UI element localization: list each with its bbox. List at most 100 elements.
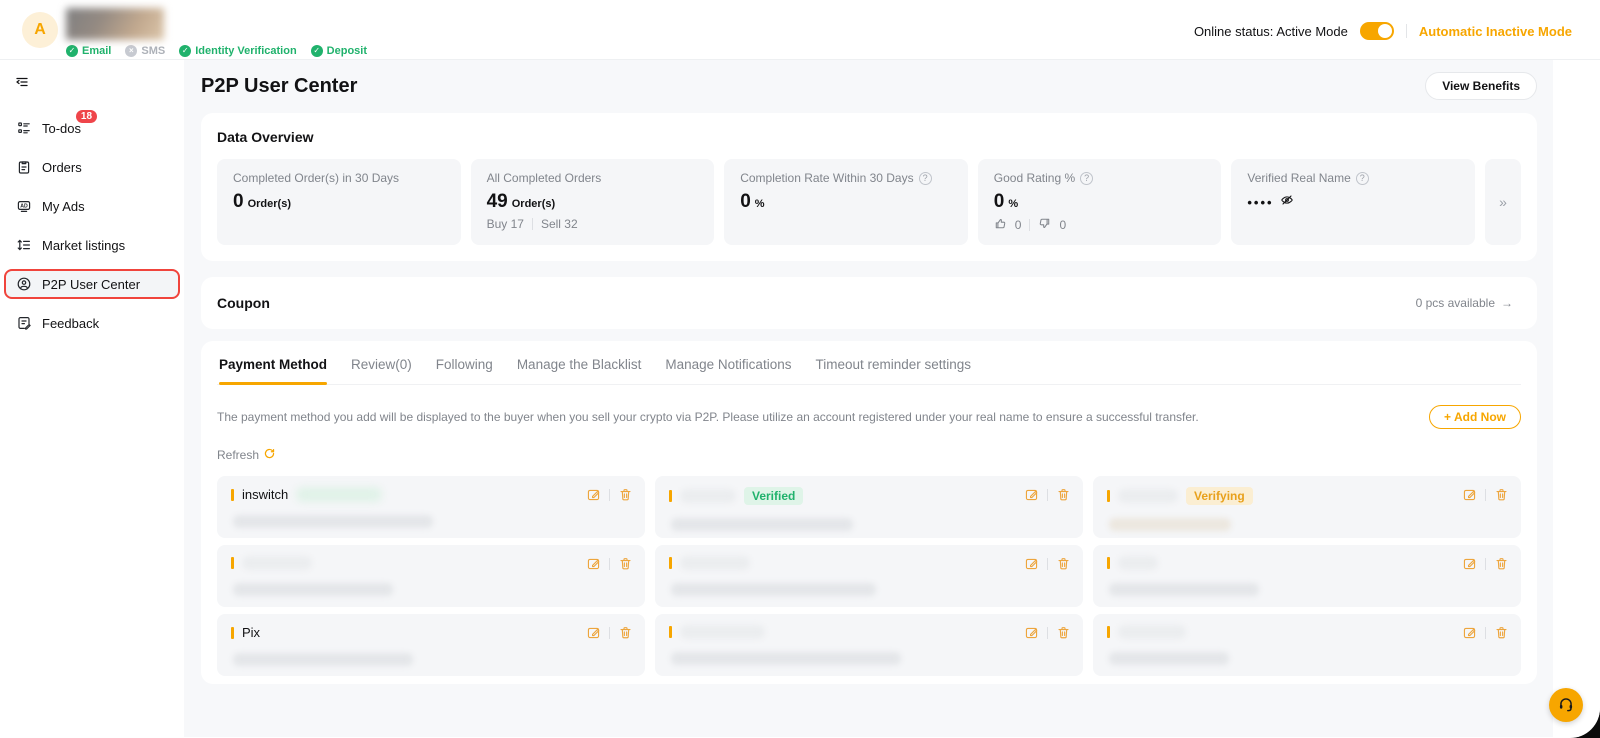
badge-email-label: Email xyxy=(82,45,111,57)
delete-icon[interactable] xyxy=(618,556,633,571)
tab-manage-blacklist[interactable]: Manage the Blacklist xyxy=(517,357,642,384)
sidebar-item-feedback[interactable]: Feedback xyxy=(4,308,180,338)
edit-icon[interactable] xyxy=(1462,487,1477,502)
edit-icon[interactable] xyxy=(1462,556,1477,571)
check-circle-icon: ✓ xyxy=(66,45,78,57)
delete-icon[interactable] xyxy=(618,487,633,502)
avatar[interactable]: A xyxy=(22,12,58,48)
redacted-method-name xyxy=(1118,556,1158,570)
tab-following[interactable]: Following xyxy=(436,357,493,384)
coupon-available-label: 0 pcs available xyxy=(1416,296,1495,310)
sidebar-item-market-listings[interactable]: Market listings xyxy=(4,230,180,260)
redacted-account-line xyxy=(233,583,393,596)
stat-verified-real-name-label: Verified Real Name xyxy=(1247,171,1350,185)
redacted-method-name xyxy=(242,556,312,570)
divider xyxy=(1047,489,1048,501)
masked-real-name: •••• xyxy=(1247,195,1273,210)
edit-icon[interactable] xyxy=(586,556,601,571)
stat-all-completed-label: All Completed Orders xyxy=(487,171,602,185)
stat-completion-rate: Completion Rate Within 30 Days ? 0 % xyxy=(724,159,968,245)
data-overview-panel: Data Overview Completed Order(s) in 30 D… xyxy=(201,113,1537,261)
badge-sms: × SMS xyxy=(125,45,165,57)
method-accent-bar xyxy=(231,489,234,501)
delete-icon[interactable] xyxy=(1494,487,1509,502)
todos-count-badge: 18 xyxy=(76,110,97,123)
stat-all-completed-value: 49 xyxy=(487,191,508,213)
stat-completion-rate-value: 0 xyxy=(740,191,751,213)
payment-method-card xyxy=(1093,545,1521,607)
coupon-available-link[interactable]: 0 pcs available → xyxy=(1416,296,1513,310)
method-accent-bar xyxy=(1107,490,1110,502)
tab-payment-method[interactable]: Payment Method xyxy=(219,357,327,384)
help-icon[interactable]: ? xyxy=(1356,172,1369,185)
support-chat-button[interactable] xyxy=(1549,688,1583,722)
method-accent-bar xyxy=(669,557,672,569)
method-accent-bar xyxy=(1107,626,1110,638)
sidebar-item-orders[interactable]: Orders xyxy=(4,152,180,182)
stat-completion-rate-unit: % xyxy=(755,198,765,210)
thumbs-down-count: 0 xyxy=(1059,218,1066,232)
content-area: P2P User Center View Benefits Data Overv… xyxy=(184,60,1553,737)
stat-buy-count: Buy 17 xyxy=(487,217,524,231)
tab-timeout-reminder[interactable]: Timeout reminder settings xyxy=(815,357,971,384)
thumbs-up-count: 0 xyxy=(1015,218,1022,232)
delete-icon[interactable] xyxy=(1056,487,1071,502)
redacted-account-line xyxy=(1109,652,1229,665)
stat-good-rating: Good Rating % ? 0 % 0 0 xyxy=(978,159,1222,245)
stat-sell-count: Sell 32 xyxy=(541,217,578,231)
todos-icon xyxy=(16,120,32,136)
stats-expand-button[interactable]: » xyxy=(1485,159,1521,245)
edit-icon[interactable] xyxy=(586,625,601,640)
method-accent-bar xyxy=(669,490,672,502)
payment-method-card: Verifying xyxy=(1093,476,1521,538)
divider xyxy=(532,218,533,230)
delete-icon[interactable] xyxy=(1056,556,1071,571)
payment-method-card xyxy=(1093,614,1521,676)
online-status-toggle[interactable] xyxy=(1360,22,1394,40)
sidebar-item-todos[interactable]: To-dos 18 xyxy=(4,113,180,143)
tab-manage-notifications[interactable]: Manage Notifications xyxy=(665,357,791,384)
delete-icon[interactable] xyxy=(1494,556,1509,571)
user-block: ✓ Email × SMS ✓ Identity Verification ✓ … xyxy=(66,8,367,57)
refresh-link[interactable]: Refresh xyxy=(217,447,276,463)
sidebar-item-my-ads[interactable]: AD My Ads xyxy=(4,191,180,221)
divider xyxy=(1406,24,1407,38)
stat-completion-rate-label: Completion Rate Within 30 Days xyxy=(740,171,913,185)
stats-row: Completed Order(s) in 30 Days 0 Order(s)… xyxy=(217,159,1521,245)
sidebar-item-todos-label: To-dos xyxy=(42,121,81,136)
badge-deposit-label: Deposit xyxy=(327,45,367,57)
verified-badge: Verified xyxy=(744,487,803,505)
badge-identity-label: Identity Verification xyxy=(195,45,296,57)
help-icon[interactable]: ? xyxy=(1080,172,1093,185)
view-benefits-button[interactable]: View Benefits xyxy=(1425,72,1537,100)
method-accent-bar xyxy=(231,627,234,639)
automatic-inactive-mode-link[interactable]: Automatic Inactive Mode xyxy=(1419,24,1572,39)
payment-methods-grid: inswitch xyxy=(217,476,1521,676)
payment-method-card xyxy=(217,545,645,607)
edit-icon[interactable] xyxy=(1024,556,1039,571)
help-icon[interactable]: ? xyxy=(919,172,932,185)
user-center-tabs-panel: Payment Method Review(0) Following Manag… xyxy=(201,341,1537,684)
payment-method-card xyxy=(655,614,1083,676)
redacted-method-name xyxy=(680,556,750,570)
edit-icon[interactable] xyxy=(1462,625,1477,640)
add-now-button[interactable]: + Add Now xyxy=(1429,405,1521,429)
top-header: A ✓ Email × SMS ✓ Identity Verification xyxy=(0,0,1600,60)
edit-icon[interactable] xyxy=(1024,625,1039,640)
redacted-account-line xyxy=(233,653,413,666)
redacted-detail xyxy=(296,487,382,502)
edit-icon[interactable] xyxy=(586,487,601,502)
sidebar-item-p2p-user-center[interactable]: P2P User Center xyxy=(4,269,180,299)
delete-icon[interactable] xyxy=(1056,625,1071,640)
method-accent-bar xyxy=(1107,557,1110,569)
sidebar-collapse-icon[interactable] xyxy=(14,74,184,95)
svg-text:AD: AD xyxy=(20,204,28,210)
verification-badges: ✓ Email × SMS ✓ Identity Verification ✓ … xyxy=(66,45,367,57)
eye-off-icon[interactable] xyxy=(1280,191,1294,213)
tab-review[interactable]: Review(0) xyxy=(351,357,412,384)
cross-circle-icon: × xyxy=(125,45,137,57)
edit-icon[interactable] xyxy=(1024,487,1039,502)
title-row: P2P User Center View Benefits xyxy=(201,72,1537,100)
delete-icon[interactable] xyxy=(1494,625,1509,640)
delete-icon[interactable] xyxy=(618,625,633,640)
